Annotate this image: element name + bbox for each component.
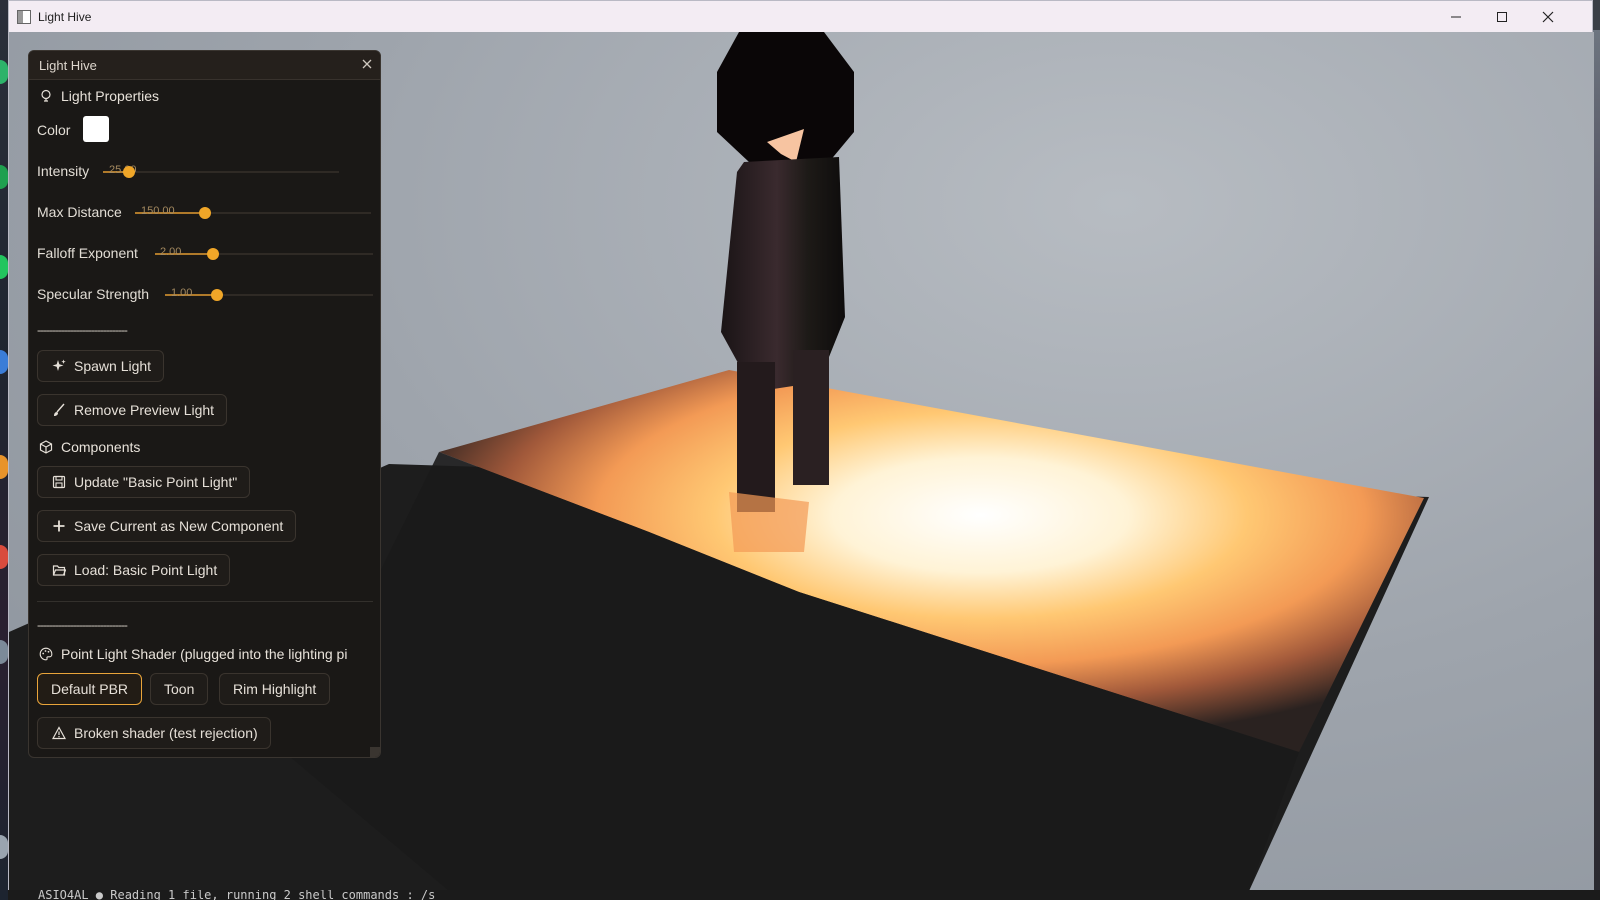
- load-component-button[interactable]: Load: Basic Point Light: [37, 554, 231, 586]
- remove-preview-light-label: Remove Preview Light: [74, 402, 215, 418]
- broken-shader-button[interactable]: Broken shader (test rejection): [37, 717, 271, 749]
- specular-strength-label: Specular Strength: [37, 286, 150, 302]
- max-distance-value: 150.00: [141, 205, 175, 217]
- taskbar-app-icon[interactable]: [0, 60, 8, 84]
- shader-option-rim-highlight[interactable]: Rim Highlight: [219, 673, 331, 705]
- slider-handle[interactable]: [211, 289, 223, 301]
- lightbulb-icon: [41, 89, 51, 102]
- window-titlebar[interactable]: Light Hive: [9, 1, 1592, 32]
- slider-handle[interactable]: [123, 166, 135, 178]
- figure-left-leg: [737, 362, 775, 512]
- sparkle-icon: [52, 359, 66, 371]
- color-swatch[interactable]: [83, 116, 109, 142]
- specular-strength-slider[interactable]: 1.00: [165, 287, 373, 301]
- panel-resize-grip[interactable]: [370, 747, 380, 757]
- minimize-icon: [1450, 16, 1461, 17]
- shader-heading: Point Light Shader (plugged into the lig…: [39, 646, 347, 662]
- separator: [37, 601, 373, 602]
- taskbar-app-icon[interactable]: [0, 455, 8, 479]
- figure-feet-glow: [729, 492, 809, 552]
- light-properties-label: Light Properties: [61, 88, 160, 104]
- slider-handle[interactable]: [207, 248, 219, 260]
- close-icon: [1542, 11, 1553, 22]
- figure-right-leg: [793, 350, 829, 485]
- taskbar-app-icon[interactable]: [0, 255, 8, 279]
- shader-option-default-pbr[interactable]: Default PBR: [37, 673, 143, 705]
- warning-icon: [52, 726, 66, 740]
- divider-line: ------------------------------: [37, 323, 128, 337]
- components-heading: Components: [39, 439, 140, 455]
- spawn-light-button[interactable]: Spawn Light: [37, 350, 165, 382]
- broken-shader-label: Broken shader (test rejection): [74, 725, 258, 741]
- cube-icon: [39, 440, 53, 454]
- save-new-component-label: Save Current as New Component: [74, 518, 284, 534]
- taskbar-app-icon[interactable]: [0, 545, 8, 569]
- divider-line: ------------------------------: [37, 618, 128, 632]
- panel-title: Light Hive: [39, 57, 97, 73]
- palette-icon: [39, 647, 53, 661]
- specular-strength-value: 1.00: [171, 287, 193, 299]
- app-icon: [17, 9, 31, 24]
- panel-close-button[interactable]: [362, 56, 372, 72]
- brush-icon: [54, 403, 65, 416]
- window-title: Light Hive: [38, 9, 92, 24]
- taskbar-app-icon[interactable]: [0, 640, 8, 664]
- light-properties-heading: Light Properties: [39, 88, 159, 104]
- minimize-button[interactable]: [1433, 1, 1478, 32]
- intensity-label: Intensity: [37, 163, 90, 179]
- plus-icon: [53, 520, 65, 532]
- shader-option-label: Rim Highlight: [233, 681, 317, 697]
- color-label: Color: [37, 122, 71, 138]
- taskbar-app-icon[interactable]: [0, 350, 8, 374]
- max-distance-slider[interactable]: 150.00: [135, 205, 371, 219]
- taskbar-app-icon[interactable]: [0, 835, 8, 859]
- maximize-button[interactable]: [1479, 1, 1524, 32]
- shader-label: Point Light Shader (plugged into the lig…: [61, 646, 348, 662]
- remove-preview-light-button[interactable]: Remove Preview Light: [37, 394, 228, 426]
- falloff-exponent-value: 2.00: [160, 246, 182, 258]
- desktop-left-strip: [0, 0, 8, 900]
- falloff-exponent-slider[interactable]: 2.00: [155, 246, 373, 260]
- taskbar-app-icon[interactable]: [0, 165, 8, 189]
- max-distance-label: Max Distance: [37, 204, 122, 220]
- update-component-button[interactable]: Update "Basic Point Light": [37, 466, 251, 498]
- maximize-icon: [1496, 11, 1507, 22]
- light-hive-panel: Light Hive Light Properties Color Intens…: [28, 50, 381, 758]
- save-icon: [52, 475, 66, 489]
- terminal-output: ASIO4AL ● Reading 1 file, running 2 shel…: [8, 890, 1600, 900]
- shader-option-label: Default PBR: [51, 681, 129, 697]
- spawn-light-label: Spawn Light: [74, 358, 152, 374]
- app-window: Light Hive Light Hive Light Properties C…: [8, 0, 1594, 891]
- panel-header[interactable]: Light Hive: [29, 51, 380, 80]
- save-new-component-button[interactable]: Save Current as New Component: [37, 510, 297, 542]
- close-icon: [362, 59, 372, 69]
- folder-open-icon: [52, 565, 66, 576]
- update-component-label: Update "Basic Point Light": [74, 474, 238, 490]
- slider-handle[interactable]: [199, 207, 211, 219]
- intensity-slider[interactable]: 25.00: [103, 164, 339, 178]
- shader-option-toon[interactable]: Toon: [150, 673, 209, 705]
- close-window-button[interactable]: [1525, 1, 1570, 32]
- components-label: Components: [61, 439, 141, 455]
- 3d-viewport[interactable]: Light Hive Light Properties Color Intens…: [9, 32, 1594, 891]
- load-component-label: Load: Basic Point Light: [74, 562, 218, 578]
- shader-option-label: Toon: [164, 681, 195, 697]
- falloff-exponent-label: Falloff Exponent: [37, 245, 138, 261]
